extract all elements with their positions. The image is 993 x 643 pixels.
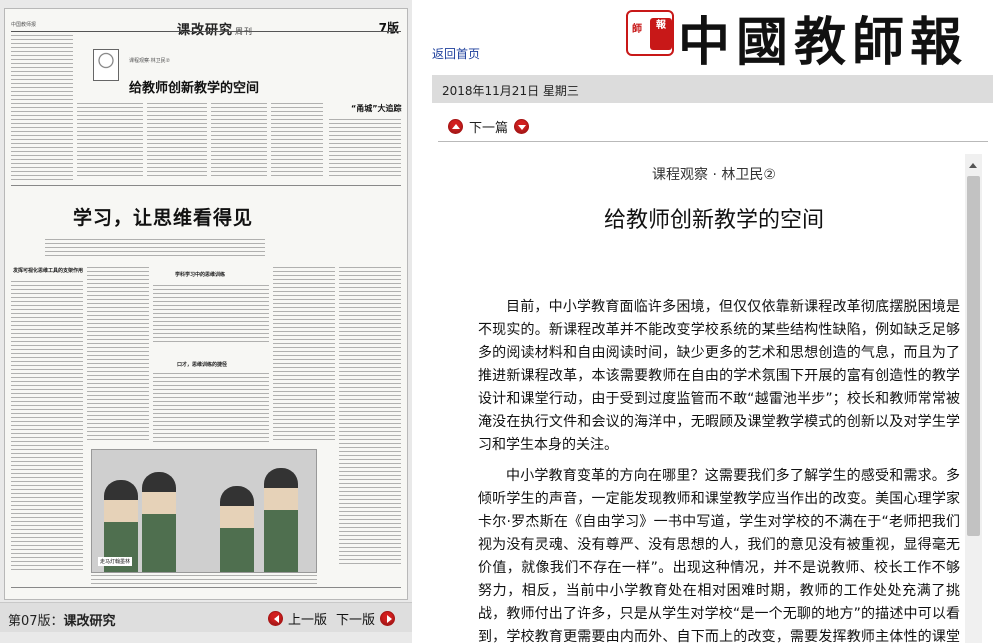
article-column-text	[273, 267, 335, 443]
article-paragraph: 中小学教育变革的方向在哪里？这需要我们多了解学生的感受和需求。多倾听学生的声音，…	[478, 468, 960, 643]
article-column-text	[147, 103, 207, 179]
newspaper-headline-thinking[interactable]: 学习，让思维看得见	[73, 203, 253, 230]
newspaper-top-rule	[11, 31, 401, 32]
logo-wordmark: 中國教師報	[678, 12, 969, 73]
article-column-text	[87, 267, 149, 443]
edition-label: 第07版：课改研究	[8, 614, 116, 629]
article-lead-text	[45, 239, 265, 257]
newspaper-section-title: 课改研究周刊	[177, 23, 252, 38]
newspaper-headline-teacher[interactable]: 给教师创新教学的空间	[129, 77, 259, 96]
right-arrow-icon	[380, 611, 396, 626]
up-arrow-icon[interactable]	[448, 119, 463, 134]
photo-student	[142, 472, 176, 572]
seal-logo-icon: 師 報	[626, 10, 674, 56]
article-paragraph: 目前，中小学教育面临许多困境，但仅仅依靠新课程改革彻底摆脱困境是不现实的。新课程…	[478, 299, 960, 453]
newspaper-subhead-tools[interactable]: 发挥可视化思维工具的支架作用	[13, 267, 83, 274]
newspaper-photo[interactable]: 走马灯翰墨林	[91, 449, 317, 573]
photo-student	[220, 486, 254, 572]
article-column-text	[77, 103, 143, 179]
newspaper-masthead-small: 中国教师报	[11, 22, 37, 28]
china-teachers-news-logo: 師 報 中國教師報	[626, 4, 990, 73]
author-portrait	[93, 49, 119, 81]
article-column-text	[271, 103, 323, 179]
scroll-up-arrow-icon[interactable]	[965, 154, 982, 171]
newspaper-byline: 课程观察·林卫民②	[129, 58, 171, 64]
article-title: 给教师创新教学的空间	[603, 208, 824, 233]
home-link[interactable]: 返回首页	[432, 45, 480, 62]
newspaper-page-image[interactable]: 中国教师报 课改研究周刊 7版 课程观察·林卫民② 给教师创新教学的空间 “甬城…	[4, 8, 408, 600]
issue-date: 2018年11月21日 星期三	[442, 84, 579, 98]
photo-caption: 走马灯翰墨林	[98, 557, 133, 566]
newspaper-page-number: 7版	[378, 21, 399, 35]
date-bar: 2018年11月21日 星期三	[432, 75, 993, 103]
newspaper-subhead-training[interactable]: 学科学习中的思维训练	[175, 271, 225, 278]
newspaper-page-pane: 中国教师报 课改研究周刊 7版 课程观察·林卫民② 给教师创新教学的空间 “甬城…	[0, 0, 412, 643]
article-column-text	[11, 35, 73, 181]
article-column-text	[211, 103, 267, 179]
article-column-text	[153, 285, 269, 345]
article-column-text	[153, 373, 269, 443]
photo-caption-text	[91, 575, 317, 587]
article-column-text	[329, 119, 401, 179]
article-column-text	[339, 267, 401, 567]
section-divider	[11, 185, 401, 186]
article-content: 课程观察 · 林卫民② 给教师创新教学的空间 目前，中小学教育面临许多困境，但仅…	[438, 150, 960, 643]
page-navigation-bar: 第07版：课改研究 上一版 下一版	[0, 602, 412, 632]
prev-page-button[interactable]: 上一版	[268, 609, 327, 628]
newspaper-footer	[11, 587, 401, 595]
article-column-text	[11, 281, 83, 571]
newspaper-side-title[interactable]: “甬城”大追踪	[351, 103, 402, 114]
left-arrow-icon	[268, 611, 283, 626]
next-article-link[interactable]: 下一篇	[469, 117, 508, 136]
photo-student	[264, 468, 298, 572]
next-page-button[interactable]: 下一版	[336, 609, 396, 628]
article-scrollbar[interactable]	[965, 154, 982, 643]
newspaper-subhead-eloquence[interactable]: 口才，思维训练的捷径	[177, 361, 227, 368]
down-arrow-icon[interactable]	[514, 119, 530, 134]
article-navigation: 下一篇	[438, 112, 988, 142]
scrollbar-thumb[interactable]	[967, 176, 980, 536]
article-kicker: 课程观察 · 林卫民②	[652, 167, 776, 183]
article-panel: 课程观察 · 林卫民② 给教师创新教学的空间 目前，中小学教育面临许多困境，但仅…	[438, 150, 988, 643]
